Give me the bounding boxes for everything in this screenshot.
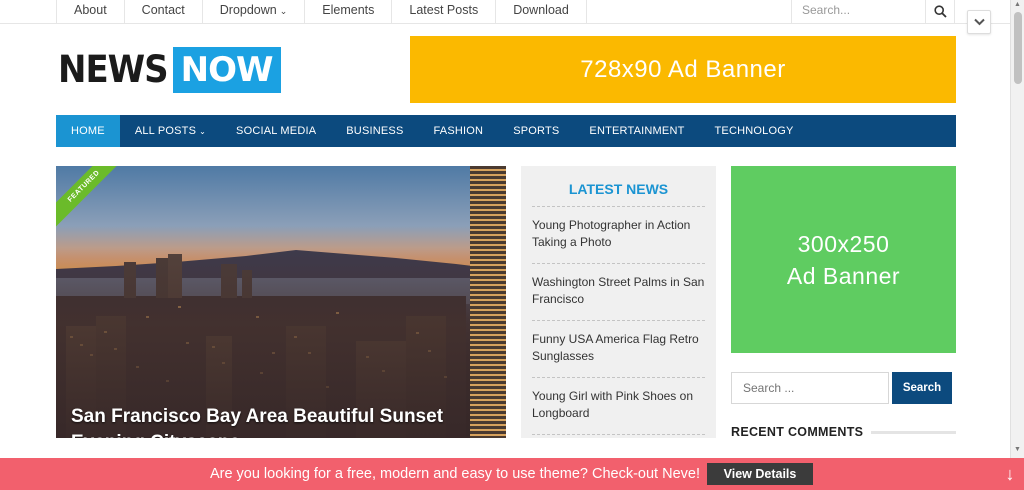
chevron-down-icon — [973, 18, 985, 26]
latest-news-item[interactable]: Funny USA America Flag Retro Sunglasses — [532, 321, 705, 378]
recent-comments-heading: RECENT COMMENTS — [731, 424, 956, 440]
top-bar: About Contact Dropdown ⌄ Elements Latest … — [0, 0, 1010, 24]
main-nav-home[interactable]: HOME — [56, 115, 120, 147]
top-nav-dropdown[interactable]: Dropdown ⌄ — [203, 0, 306, 23]
latest-news-item[interactable]: Young Photographer in Action Taking a Ph… — [532, 207, 705, 264]
top-nav: About Contact Dropdown ⌄ Elements Latest … — [56, 0, 587, 23]
scroll-up-icon[interactable]: ▲ — [1014, 1, 1021, 8]
featured-image-tower — [470, 166, 506, 438]
view-details-button[interactable]: View Details — [707, 463, 813, 485]
main-nav-label: ENTERTAINMENT — [589, 125, 685, 137]
recent-comments-title: RECENT COMMENTS — [731, 425, 864, 439]
top-nav-label: About — [74, 3, 107, 17]
latest-news-widget: LATEST NEWS Young Photographer in Action… — [521, 166, 716, 438]
ad-banner-top[interactable]: 728x90 Ad Banner — [410, 36, 956, 103]
latest-news-item[interactable]: Washington Street Palms in San Francisco — [532, 264, 705, 321]
top-nav-latest-posts[interactable]: Latest Posts — [392, 0, 497, 23]
main-nav-label: SPORTS — [513, 125, 560, 137]
top-nav-label: Dropdown — [219, 3, 277, 17]
search-icon — [933, 5, 947, 18]
main-nav-entertainment[interactable]: ENTERTAINMENT — [574, 115, 699, 147]
logo-text-now: NOW — [172, 47, 281, 93]
top-nav-about[interactable]: About — [57, 0, 125, 23]
main-nav-label: TECHNOLOGY — [714, 125, 794, 137]
ad-side-line1: 300x250 — [797, 230, 890, 257]
sidebar-search-input[interactable] — [731, 372, 889, 404]
ad-banner-label: 728x90 Ad Banner — [580, 55, 786, 83]
top-search-input[interactable]: Search... — [791, 0, 925, 23]
top-nav-elements[interactable]: Elements — [305, 0, 393, 23]
promo-bar: Are you looking for a free, modern and e… — [0, 458, 1024, 490]
ad-banner-side[interactable]: 300x250 Ad Banner — [731, 166, 956, 353]
top-nav-contact[interactable]: Contact — [125, 0, 203, 23]
scrollbar-thumb[interactable] — [1014, 12, 1022, 84]
main-nav-sports[interactable]: SPORTS — [498, 115, 574, 147]
main-nav-all-posts[interactable]: ALL POSTS ⌄ — [120, 115, 221, 147]
ad-side-line2: Ad Banner — [786, 262, 901, 289]
scrollbar[interactable]: ▲ ▼ — [1010, 0, 1024, 458]
scroll-down-icon[interactable]: ▼ — [1014, 446, 1021, 453]
latest-news-item[interactable]: Young Girl with Pink Shoes on Longboard — [532, 378, 705, 435]
arrow-down-icon[interactable]: ↓ — [1000, 463, 1020, 485]
latest-news-title: LATEST NEWS — [568, 181, 669, 197]
top-nav-label: Download — [513, 3, 569, 17]
featured-title[interactable]: San Francisco Bay Area Beautiful Sunset … — [71, 404, 471, 438]
top-nav-download[interactable]: Download — [496, 0, 587, 23]
featured-post[interactable]: FEATURED San Francisco Bay Area Beautifu… — [56, 166, 506, 438]
sidebar-search-button[interactable]: Search — [892, 372, 952, 404]
top-search-placeholder: Search... — [802, 3, 851, 17]
main-nav-label: HOME — [71, 125, 105, 137]
top-nav-label: Latest Posts — [409, 3, 479, 17]
site-logo[interactable]: NEWS NOW — [58, 47, 281, 93]
top-search-button[interactable] — [925, 0, 955, 23]
top-nav-label: Contact — [141, 3, 185, 17]
main-nav-technology[interactable]: TECHNOLOGY — [700, 115, 809, 147]
main-nav-label: SOCIAL MEDIA — [236, 125, 317, 137]
main-nav-business[interactable]: BUSINESS — [331, 115, 418, 147]
chevron-down-icon: ⌄ — [199, 127, 207, 136]
main-nav-label: ALL POSTS — [134, 125, 197, 137]
toggle-button[interactable] — [967, 10, 991, 34]
main-nav-social-media[interactable]: SOCIAL MEDIA — [221, 115, 331, 147]
top-nav-label: Elements — [322, 3, 375, 17]
heading-divider — [871, 430, 956, 434]
main-nav-fashion[interactable]: FASHION — [419, 115, 499, 147]
logo-text-news: NEWS — [58, 48, 169, 92]
main-nav-label: BUSINESS — [346, 125, 404, 137]
page: About Contact Dropdown ⌄ Elements Latest … — [0, 0, 1024, 490]
main-nav: HOME ALL POSTS ⌄ SOCIAL MEDIA BUSINESS FA… — [56, 115, 956, 147]
latest-news-list: Young Photographer in Action Taking a Ph… — [532, 206, 705, 435]
main-nav-label: FASHION — [433, 125, 484, 137]
promo-message: Are you looking for a free, modern and e… — [209, 466, 700, 482]
chevron-down-icon: ⌄ — [279, 6, 288, 16]
